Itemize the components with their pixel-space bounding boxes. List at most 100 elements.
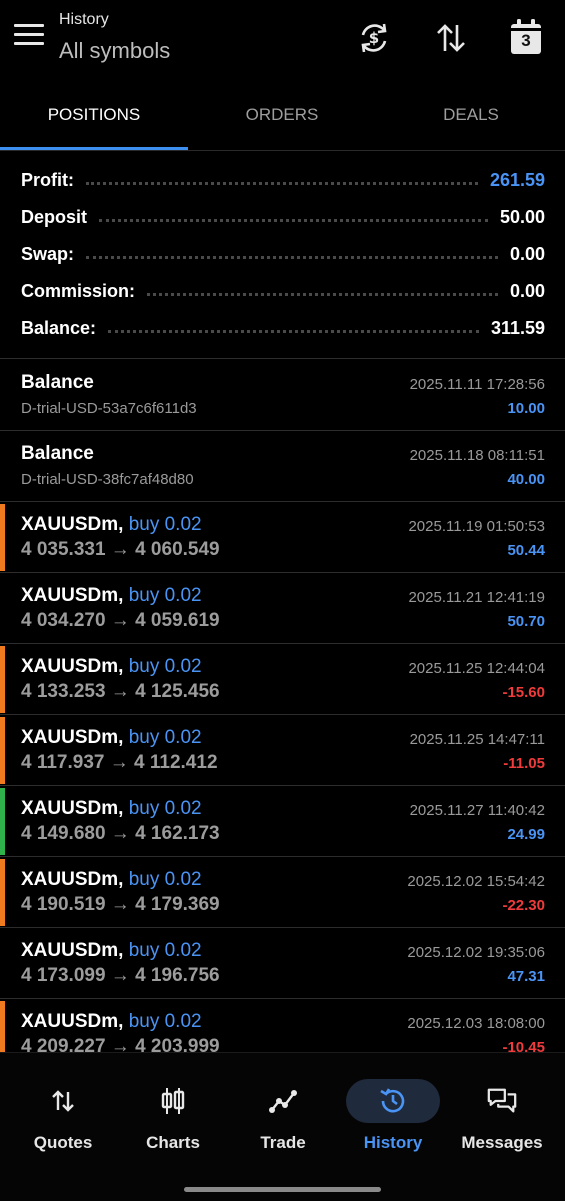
sort-arrows-icon[interactable] xyxy=(431,18,471,58)
trade-profit: 50.70 xyxy=(507,613,545,630)
nav-charts[interactable]: Charts xyxy=(118,1075,228,1155)
trade-symbol: XAUUSDm, xyxy=(21,798,124,819)
balance-row: Balance: 311.59 xyxy=(21,313,545,343)
trade-stripe xyxy=(0,646,5,713)
trade-side: buy 0.02 xyxy=(128,1011,202,1032)
swap-label: Swap: xyxy=(21,243,75,264)
balance-value: 311.59 xyxy=(490,317,545,338)
tab-positions[interactable]: POSITIONS xyxy=(0,92,188,148)
commission-label: Commission: xyxy=(21,280,136,301)
trade-prices: 4 173.099 → 4 196.756 xyxy=(21,965,220,986)
trade-prices: 4 190.519 → 4 179.369 xyxy=(21,894,220,915)
trade-stripe xyxy=(0,930,5,997)
trade-profit: -22.30 xyxy=(502,897,545,914)
trade-symbol: XAUUSDm, xyxy=(21,727,124,748)
swap-row: Swap: 0.00 xyxy=(21,239,545,269)
trade-time: 2025.12.02 19:35:06 xyxy=(407,944,545,961)
calendar-icon[interactable]: 3 xyxy=(506,18,546,58)
deposit-value: 50.00 xyxy=(499,206,545,227)
profit-label: Profit: xyxy=(21,169,74,190)
dot-leader xyxy=(108,329,479,333)
balance-label: Balance: xyxy=(21,317,97,338)
trade-profit: 47.31 xyxy=(507,968,545,985)
trade-prices: 4 034.270 → 4 059.619 xyxy=(21,610,220,631)
table-row[interactable]: XAUUSDm, buy 0.02 4 173.099 → 4 196.756 … xyxy=(0,928,565,999)
bottom-navigation: Quotes Charts Trade History Messages xyxy=(0,1052,565,1201)
deposit-row: Deposit 50.00 xyxy=(21,202,545,232)
trade-prices: 4 149.680 → 4 162.173 xyxy=(21,823,220,844)
record-title: Balance xyxy=(21,372,94,393)
home-indicator[interactable] xyxy=(184,1187,381,1192)
trade-time: 2025.11.21 12:41:19 xyxy=(408,589,545,606)
table-row[interactable]: XAUUSDm, buy 0.02 4 149.680 → 4 162.173 … xyxy=(0,786,565,857)
trade-time: 2025.11.25 12:44:04 xyxy=(408,660,545,677)
quotes-icon xyxy=(47,1085,79,1117)
nav-label: Quotes xyxy=(33,1133,93,1152)
history-tabs: POSITIONS ORDERS DEALS xyxy=(0,92,565,151)
dot-leader xyxy=(99,218,488,222)
tab-orders[interactable]: ORDERS xyxy=(188,92,376,148)
list-item[interactable]: Balance D-trial-USD-53a7c6f611d3 2025.11… xyxy=(0,360,565,431)
dot-leader xyxy=(86,255,498,259)
trade-profit: -11.05 xyxy=(503,755,545,772)
trade-stripe xyxy=(0,575,5,642)
record-comment: D-trial-USD-53a7c6f611d3 xyxy=(21,400,197,417)
nav-label: History xyxy=(363,1133,423,1152)
trade-symbol: XAUUSDm, xyxy=(21,940,124,961)
nav-label: Charts xyxy=(146,1133,200,1152)
trade-time: 2025.12.02 15:54:42 xyxy=(407,873,545,890)
trade-prices: 4 117.937 → 4 112.412 xyxy=(21,752,218,773)
charts-icon xyxy=(157,1085,189,1117)
trade-side: buy 0.02 xyxy=(128,656,202,677)
record-time: 2025.11.18 08:11:51 xyxy=(409,447,545,464)
table-row[interactable]: XAUUSDm, buy 0.02 4 035.331 → 4 060.549 … xyxy=(0,502,565,573)
tab-deals[interactable]: DEALS xyxy=(377,92,565,148)
nav-messages[interactable]: Messages xyxy=(447,1075,557,1155)
list-item[interactable]: Balance D-trial-USD-38fc7af48d80 2025.11… xyxy=(0,431,565,502)
app-header: History All symbols $ 3 xyxy=(0,0,565,88)
trade-side: buy 0.02 xyxy=(128,514,202,535)
sync-currency-icon[interactable]: $ xyxy=(354,18,394,58)
trade-profit: 24.99 xyxy=(507,826,545,843)
trade-time: 2025.11.27 11:40:42 xyxy=(409,802,545,819)
positions-list: Balance D-trial-USD-53a7c6f611d3 2025.11… xyxy=(0,360,565,1069)
table-row[interactable]: XAUUSDm, buy 0.02 4 133.253 → 4 125.456 … xyxy=(0,644,565,715)
trade-symbol: XAUUSDm, xyxy=(21,585,124,606)
nav-history[interactable]: History xyxy=(338,1075,448,1155)
trade-profit: 50.44 xyxy=(507,542,545,559)
nav-label: Messages xyxy=(461,1133,543,1152)
table-row[interactable]: XAUUSDm, buy 0.02 4 117.937 → 4 112.412 … xyxy=(0,715,565,786)
trade-side: buy 0.02 xyxy=(128,940,202,961)
history-icon xyxy=(377,1085,409,1117)
trade-side: buy 0.02 xyxy=(128,727,202,748)
page-title: History xyxy=(59,11,109,28)
trade-stripe xyxy=(0,859,5,926)
nav-label: Trade xyxy=(260,1133,306,1152)
trade-prices: 4 133.253 → 4 125.456 xyxy=(21,681,220,702)
commission-row: Commission: 0.00 xyxy=(21,276,545,306)
table-row[interactable]: XAUUSDm, buy 0.02 4 034.270 → 4 059.619 … xyxy=(0,573,565,644)
trade-profit: -15.60 xyxy=(502,684,545,701)
profit-value: 261.59 xyxy=(489,169,545,190)
symbol-filter[interactable]: All symbols xyxy=(59,38,170,64)
messages-icon xyxy=(486,1085,518,1117)
active-tab-indicator xyxy=(0,147,188,150)
dot-leader xyxy=(86,181,478,185)
trade-stripe xyxy=(0,504,5,571)
table-row[interactable]: XAUUSDm, buy 0.02 4 190.519 → 4 179.369 … xyxy=(0,857,565,928)
trade-stripe xyxy=(0,717,5,784)
trade-symbol: XAUUSDm, xyxy=(21,514,124,535)
menu-icon[interactable] xyxy=(14,24,44,50)
record-time: 2025.11.11 17:28:56 xyxy=(409,376,545,393)
profit-row: Profit: 261.59 xyxy=(21,165,545,195)
commission-value: 0.00 xyxy=(509,280,545,301)
trade-side: buy 0.02 xyxy=(128,798,202,819)
record-title: Balance xyxy=(21,443,94,464)
trade-symbol: XAUUSDm, xyxy=(21,656,124,677)
nav-quotes[interactable]: Quotes xyxy=(8,1075,118,1155)
trade-side: buy 0.02 xyxy=(128,585,202,606)
trade-side: buy 0.02 xyxy=(128,869,202,890)
nav-trade[interactable]: Trade xyxy=(228,1075,338,1155)
summary-panel: Profit: 261.59 Deposit 50.00 Swap: 0.00 … xyxy=(0,160,565,359)
trade-prices: 4 035.331 → 4 060.549 xyxy=(21,539,220,560)
